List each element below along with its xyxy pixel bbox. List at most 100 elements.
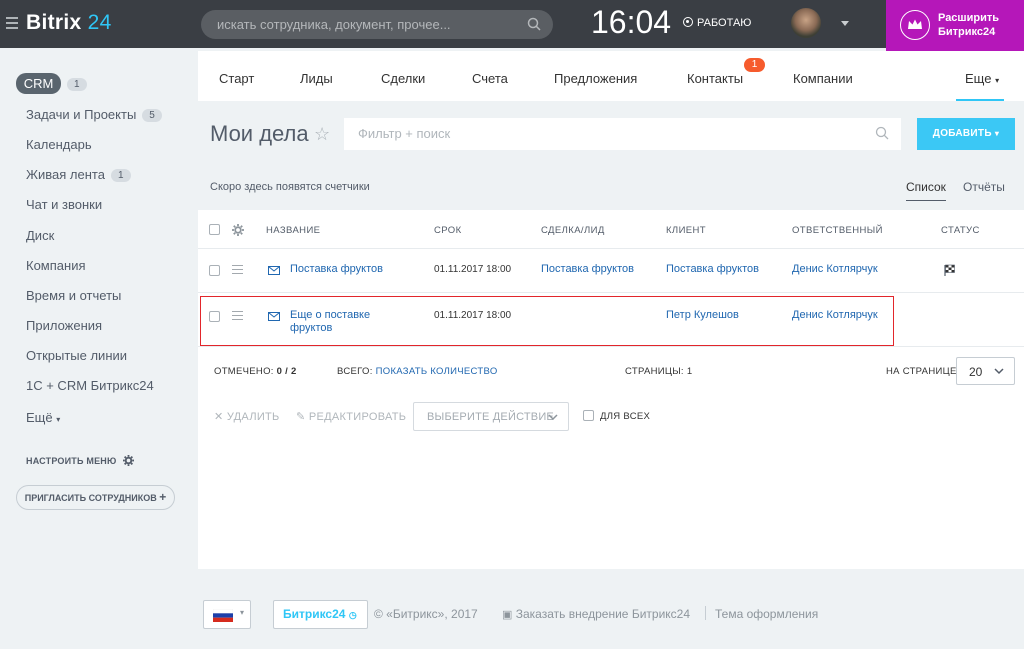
star-icon[interactable]: ☆ bbox=[314, 124, 330, 145]
view-list-tab[interactable]: Список bbox=[906, 180, 946, 201]
column-header-client[interactable]: КЛИЕНТ bbox=[666, 225, 706, 236]
tab-companies[interactable]: Компании bbox=[793, 71, 853, 86]
theme-link[interactable]: Тема оформления bbox=[715, 607, 818, 621]
responsible-link[interactable]: Денис Котлярчук bbox=[792, 263, 878, 275]
chevron-down-icon: ▾ bbox=[56, 415, 61, 424]
view-reports-tab[interactable]: Отчёты bbox=[963, 180, 1005, 194]
tab-more[interactable]: Еще ▾ bbox=[965, 71, 999, 86]
plus-icon: + bbox=[159, 490, 167, 504]
tab-leads[interactable]: Лиды bbox=[300, 71, 333, 86]
tab-start[interactable]: Старт bbox=[219, 71, 254, 86]
crown-icon bbox=[900, 10, 930, 40]
for-all-label: ДЛЯ ВСЕХ bbox=[600, 411, 651, 422]
logo[interactable]: Bitrix 24 bbox=[26, 11, 112, 35]
filter-placeholder: Фильтр + поиск bbox=[358, 126, 451, 141]
bitrix24-link[interactable]: Битрикс24 ◷ bbox=[273, 600, 368, 629]
drag-handle-icon[interactable] bbox=[232, 265, 243, 277]
show-count-link[interactable]: ПОКАЗАТЬ КОЛИЧЕСТВО bbox=[376, 366, 498, 377]
tab-deals[interactable]: Сделки bbox=[381, 71, 425, 86]
divider bbox=[198, 248, 1024, 249]
feed-counter: 1 bbox=[110, 169, 131, 182]
deal-link[interactable]: Поставка фруктов bbox=[541, 263, 634, 275]
for-all-checkbox[interactable] bbox=[583, 410, 594, 421]
select-all-checkbox[interactable] bbox=[209, 224, 220, 235]
action-select[interactable]: ВЫБЕРИТЕ ДЕЙСТВИЕ bbox=[413, 402, 569, 431]
column-header-name[interactable]: НАЗВАНИЕ bbox=[266, 225, 320, 236]
tab-contacts[interactable]: Контакты bbox=[687, 71, 743, 86]
divider bbox=[198, 292, 1024, 293]
chevron-down-icon[interactable] bbox=[841, 21, 849, 26]
clock[interactable]: 16:04 bbox=[591, 4, 671, 41]
per-page-label: НА СТРАНИЦЕ: bbox=[886, 366, 960, 377]
contacts-badge: 1 bbox=[744, 58, 765, 72]
russia-flag-icon bbox=[213, 609, 233, 622]
chevron-down-icon: ▾ bbox=[239, 608, 244, 617]
sidebar-item-chat[interactable]: Чат и звонки bbox=[26, 197, 102, 212]
divider bbox=[198, 346, 1024, 347]
gear-icon bbox=[123, 455, 135, 466]
configure-menu-button[interactable]: НАСТРОИТЬ МЕНЮ bbox=[26, 455, 135, 466]
sidebar-item-open-lines[interactable]: Открытые линии bbox=[26, 348, 127, 363]
search-icon[interactable] bbox=[527, 17, 541, 31]
menu-icon[interactable] bbox=[6, 17, 18, 29]
upgrade-button[interactable]: Расширить Битрикс24 bbox=[886, 0, 1024, 51]
sidebar-item-apps[interactable]: Приложения bbox=[26, 318, 102, 333]
activity-deadline: 01.11.2017 18:00 bbox=[434, 264, 512, 275]
edit-button[interactable]: ✎ РЕДАКТИРОВАТЬ bbox=[296, 410, 406, 423]
record-icon bbox=[683, 17, 693, 27]
language-select[interactable]: ▾ bbox=[203, 600, 251, 629]
tab-more-underline bbox=[956, 99, 1004, 101]
sidebar-item-calendar[interactable]: Календарь bbox=[26, 137, 92, 152]
client-link[interactable]: Поставка фруктов bbox=[666, 263, 759, 275]
order-implementation-link[interactable]: ▣ Заказать внедрение Битрикс24 bbox=[502, 607, 690, 621]
counters-note: Скоро здесь появятся счетчики bbox=[210, 181, 370, 193]
sidebar-item-crm[interactable]: CRM bbox=[16, 73, 61, 94]
pages-info: СТРАНИЦЫ: 1 bbox=[625, 366, 693, 377]
copyright: © «Битрикс», 2017 bbox=[374, 607, 478, 621]
gear-icon[interactable] bbox=[232, 224, 244, 236]
total-count: ВСЕГО: ПОКАЗАТЬ КОЛИЧЕСТВО bbox=[337, 366, 498, 377]
search-input[interactable]: искать сотрудника, документ, прочее... bbox=[201, 10, 553, 39]
clock-icon: ◷ bbox=[348, 610, 357, 620]
page-title: Мои дела bbox=[210, 121, 309, 146]
chat-icon: ▣ bbox=[502, 609, 513, 621]
chevron-down-icon: ▾ bbox=[994, 129, 1000, 138]
avatar[interactable] bbox=[791, 8, 821, 38]
sidebar-item-1c[interactable]: 1С + CRM Битрикс24 bbox=[26, 378, 154, 393]
checkered-flag-icon[interactable] bbox=[944, 264, 956, 276]
sidebar-item-feed[interactable]: Живая лента 1 bbox=[26, 167, 131, 182]
sidebar-item-company[interactable]: Компания bbox=[26, 258, 86, 273]
column-header-deadline[interactable]: СРОК bbox=[434, 225, 462, 236]
column-header-deal[interactable]: СДЕЛКА/ЛИД bbox=[541, 225, 605, 236]
column-header-status[interactable]: СТАТУС bbox=[941, 225, 980, 236]
delete-button[interactable]: ✕ УДАЛИТЬ bbox=[214, 410, 280, 423]
tasks-counter: 5 bbox=[142, 109, 162, 122]
row-checkbox[interactable] bbox=[209, 265, 220, 276]
chevron-down-icon bbox=[994, 368, 1004, 375]
add-button[interactable]: ДОБАВИТЬ ▾ bbox=[917, 118, 1015, 150]
chevron-down-icon bbox=[548, 414, 558, 421]
search-icon[interactable] bbox=[875, 126, 889, 140]
sidebar-item-time[interactable]: Время и отчеты bbox=[26, 288, 121, 303]
tab-quotes[interactable]: Предложения bbox=[554, 71, 637, 86]
marked-count: ОТМЕЧЕНО: 0 / 2 bbox=[214, 366, 297, 377]
filter-search-input[interactable]: Фильтр + поиск bbox=[344, 118, 901, 150]
divider bbox=[705, 606, 706, 620]
envelope-icon bbox=[268, 266, 280, 275]
crm-counter: 1 bbox=[67, 78, 87, 91]
work-status[interactable]: РАБОТАЮ bbox=[683, 17, 751, 29]
sidebar-item-disk[interactable]: Диск bbox=[26, 228, 54, 243]
search-placeholder: искать сотрудника, документ, прочее... bbox=[217, 17, 451, 32]
pencil-icon: ✎ bbox=[296, 411, 306, 423]
sidebar-item-more[interactable]: Ещё ▾ bbox=[26, 410, 60, 425]
invite-employees-button[interactable]: ПРИГЛАСИТЬ СОТРУДНИКОВ + bbox=[16, 485, 175, 510]
top-bar: Bitrix 24 искать сотрудника, документ, п… bbox=[0, 0, 1024, 51]
close-icon: ✕ bbox=[214, 411, 224, 423]
per-page-select[interactable]: 20 bbox=[956, 357, 1015, 385]
highlight-box bbox=[200, 296, 894, 346]
column-header-responsible[interactable]: ОТВЕТСТВЕННЫЙ bbox=[792, 225, 883, 236]
chevron-down-icon: ▾ bbox=[995, 76, 1000, 85]
tab-invoices[interactable]: Счета bbox=[472, 71, 508, 86]
activity-name-link[interactable]: Поставка фруктов bbox=[290, 263, 383, 275]
sidebar-item-tasks[interactable]: Задачи и Проекты 5 bbox=[26, 107, 162, 122]
